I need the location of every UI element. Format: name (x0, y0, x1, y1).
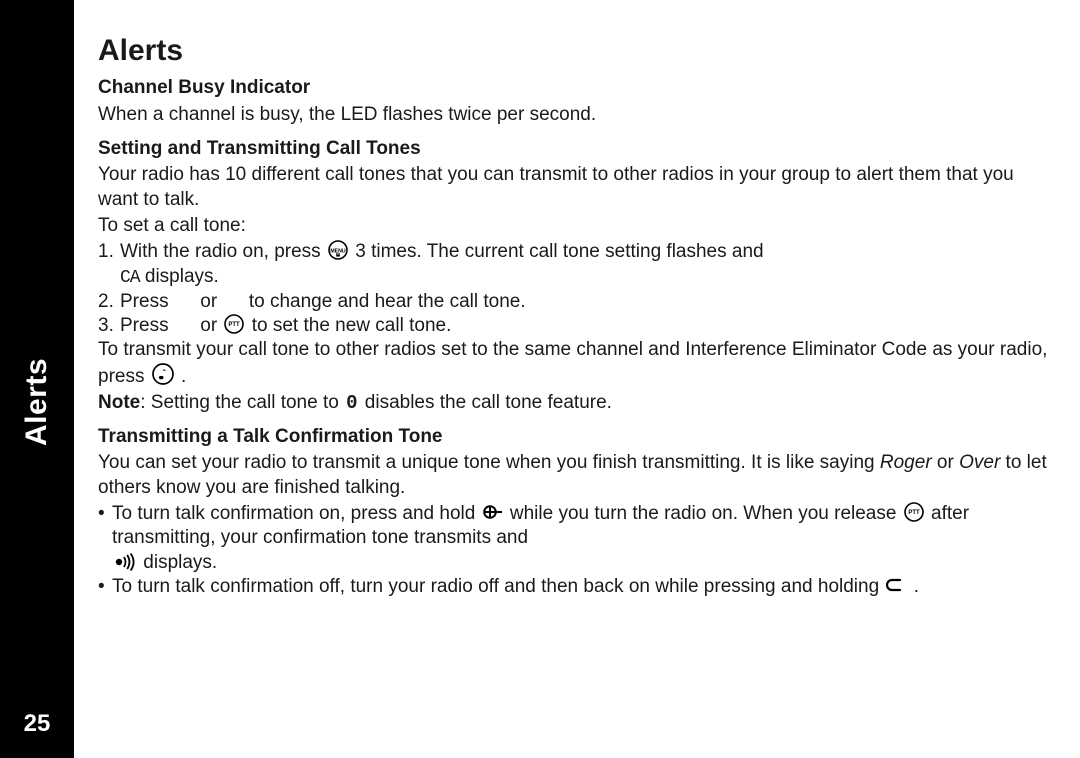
sidebar-tab: Alerts 25 (0, 0, 74, 758)
text-channel-busy: When a channel is busy, the LED flashes … (98, 103, 1052, 127)
music-note-icon (152, 363, 174, 385)
content-area: Alerts Channel Busy Indicator When a cha… (74, 0, 1080, 758)
step-3: 3. Press or PTT to set the new call tone… (98, 314, 1052, 338)
step-body: Press or PTT to set the new call tone. (120, 314, 1052, 338)
step-number: 3. (98, 314, 120, 338)
bullet-body: To turn talk confirmation off, turn your… (112, 575, 1052, 599)
svg-text:PTT: PTT (229, 322, 241, 328)
bullet-on: • To turn talk confirmation on, press an… (98, 502, 1052, 575)
text-set-call-tone: To set a call tone: (98, 214, 1052, 238)
text-talk-confirm-intro: You can set your radio to transmit a uni… (98, 451, 1052, 500)
text-call-tones-intro: Your radio has 10 different call tones t… (98, 163, 1052, 212)
note-label: Note (98, 392, 140, 413)
svg-text:PTT: PTT (908, 510, 920, 516)
ptt-icon: PTT (224, 314, 244, 334)
ordered-steps: 1. With the radio on, press MENU 3 times… (98, 240, 1052, 338)
heading-talk-confirm: Transmitting a Talk Confirmation Tone (98, 425, 1052, 449)
soundwave-icon (114, 553, 136, 571)
transmit-icon (483, 502, 503, 522)
menu-icon: MENU (328, 240, 348, 260)
step-body: With the radio on, press MENU 3 times. T… (120, 240, 1052, 289)
step-body: Press or to change and hear the call ton… (120, 290, 1052, 314)
step-1: 1. With the radio on, press MENU 3 times… (98, 240, 1052, 289)
bullet-dot: • (98, 575, 112, 599)
bullet-off: • To turn talk confirmation off, turn yo… (98, 575, 1052, 599)
word-roger: Roger (880, 452, 932, 473)
bullet-dot: • (98, 502, 112, 575)
text-transmit-tone: To transmit your call tone to other radi… (98, 338, 1052, 389)
sidebar-section-title: Alerts (20, 358, 54, 446)
ca-segment-icon: CA (120, 268, 140, 288)
page-number: 25 (0, 710, 74, 738)
note-line: Note: Setting the call tone to 0 disable… (98, 391, 1052, 415)
zero-segment-icon: 0 (344, 392, 359, 414)
heading-channel-busy: Channel Busy Indicator (98, 76, 1052, 100)
step-2: 2. Press or to change and hear the call … (98, 290, 1052, 314)
page-title: Alerts (98, 32, 1052, 70)
ptt-icon: PTT (904, 502, 924, 522)
step-number: 2. (98, 290, 120, 314)
step-number: 1. (98, 240, 120, 289)
return-icon (886, 577, 906, 595)
heading-call-tones: Setting and Transmitting Call Tones (98, 137, 1052, 161)
manual-page: Alerts 25 Alerts Channel Busy Indicator … (0, 0, 1080, 758)
word-over: Over (959, 452, 1000, 473)
bullet-body: To turn talk confirmation on, press and … (112, 502, 1052, 575)
